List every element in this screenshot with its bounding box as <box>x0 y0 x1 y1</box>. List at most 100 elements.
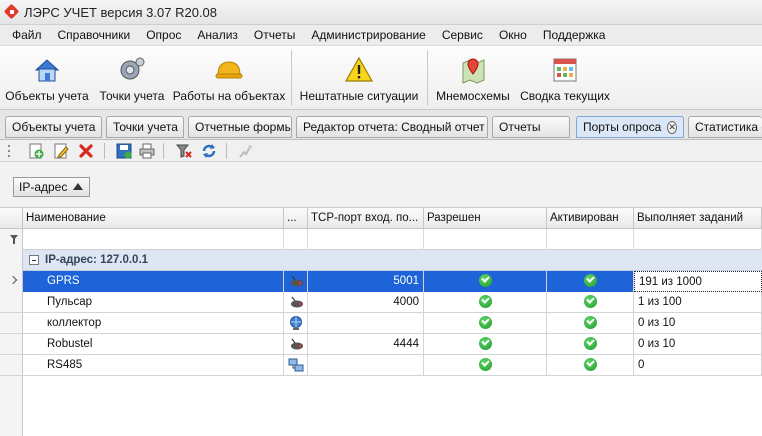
disconnect-icon[interactable] <box>237 143 253 159</box>
cell-icon[interactable] <box>284 334 308 355</box>
filter-port-input[interactable] <box>308 229 424 250</box>
add-icon[interactable] <box>28 143 44 159</box>
tab-report-editor[interactable]: Редактор отчета: Сводный отчет по ХВ <box>296 116 488 138</box>
edit-icon[interactable] <box>53 143 69 159</box>
ribbon-incidents-button[interactable]: Нештатные ситуации <box>298 46 420 108</box>
modem-icon <box>290 338 303 350</box>
table-row[interactable]: коллектор 0 из 10 <box>0 313 762 334</box>
delete-icon[interactable] <box>78 143 94 159</box>
check-icon <box>478 316 492 330</box>
cell-tcp-port[interactable] <box>308 355 424 376</box>
ribbon-points-button[interactable]: Точки учета <box>96 46 168 108</box>
cell-enabled[interactable] <box>424 334 547 355</box>
close-tab-icon[interactable]: ✕ <box>667 120 677 134</box>
cell-name[interactable]: RS485 <box>23 355 284 376</box>
cell-activated[interactable] <box>547 334 634 355</box>
check-icon <box>583 358 597 372</box>
refresh-icon[interactable] <box>201 143 217 159</box>
warning-icon <box>344 56 374 82</box>
cell-tcp-port[interactable]: 5001 <box>308 271 424 292</box>
cell-activated[interactable] <box>547 313 634 334</box>
ribbon-separator <box>427 50 428 106</box>
menu-analysis[interactable]: Анализ <box>189 25 246 46</box>
cell-tasks[interactable]: 0 из 10 <box>634 313 762 334</box>
menu-reports[interactable]: Отчеты <box>246 25 303 46</box>
filter-icon-input[interactable] <box>284 229 308 250</box>
cell-enabled[interactable] <box>424 292 547 313</box>
table-row[interactable]: Robustel 4444 0 из 10 <box>0 334 762 355</box>
ribbon-mnemonic-button[interactable]: Мнемосхемы <box>434 46 512 108</box>
column-header-icon[interactable]: ... <box>284 208 308 229</box>
cell-icon[interactable] <box>284 355 308 376</box>
column-header-tcp-port[interactable]: TCP-порт вход. по... <box>308 208 424 229</box>
cell-name[interactable]: Пульсар <box>23 292 284 313</box>
filter-row <box>0 229 762 250</box>
cell-tcp-port[interactable]: 4000 <box>308 292 424 313</box>
tab-report-forms[interactable]: Отчетные формы <box>188 116 292 138</box>
cell-icon[interactable] <box>284 271 308 292</box>
current-row-arrow-icon <box>8 275 18 285</box>
menu-support[interactable]: Поддержка <box>535 25 614 46</box>
ribbon-objects-button[interactable]: Объекты учета <box>4 46 90 108</box>
cell-tcp-port[interactable] <box>308 313 424 334</box>
ribbon-summary-button[interactable]: Сводка текущих <box>517 46 613 108</box>
filter-icon-cell[interactable] <box>0 229 23 250</box>
menu-file[interactable]: Файл <box>4 25 50 46</box>
ports-grid: Наименование ... TCP-порт вход. по... Ра… <box>0 208 762 436</box>
menu-window[interactable]: Окно <box>491 25 535 46</box>
column-header-enabled[interactable]: Разрешен <box>424 208 547 229</box>
sort-ascending-icon <box>73 183 83 190</box>
gear-meter-icon <box>120 57 145 80</box>
menu-grip-icon <box>8 145 10 157</box>
cell-tasks[interactable]: 1 из 100 <box>634 292 762 313</box>
cell-tasks[interactable]: 191 из 1000 <box>634 271 762 292</box>
current-row-indicator <box>0 271 23 292</box>
cell-tasks[interactable]: 0 <box>634 355 762 376</box>
filter-name-input[interactable] <box>23 229 284 250</box>
menu-references[interactable]: Справочники <box>50 25 139 46</box>
tab-statistics[interactable]: Статистика о <box>688 116 762 138</box>
group-by-ip-chip[interactable]: IP-адрес <box>13 177 90 197</box>
calendar-grid-icon <box>553 58 577 82</box>
cell-activated[interactable] <box>547 355 634 376</box>
tab-points[interactable]: Точки учета <box>106 116 184 138</box>
tab-reports[interactable]: Отчеты <box>492 116 570 138</box>
filter-activated-input[interactable] <box>547 229 634 250</box>
cell-icon[interactable] <box>284 313 308 334</box>
clear-filter-icon[interactable] <box>176 143 192 159</box>
table-row[interactable]: GPRS 5001 191 из 1000 <box>0 271 762 292</box>
table-row[interactable]: Пульсар 4000 1 из 100 <box>0 292 762 313</box>
column-header-name[interactable]: Наименование <box>23 208 284 229</box>
cell-enabled[interactable] <box>424 271 547 292</box>
check-icon <box>478 358 492 372</box>
cell-name[interactable]: коллектор <box>23 313 284 334</box>
cell-activated[interactable] <box>547 271 634 292</box>
cell-name[interactable]: GPRS <box>23 271 284 292</box>
ribbon-site-works-button[interactable]: Работы на объектах <box>172 46 286 108</box>
cell-enabled[interactable] <box>424 313 547 334</box>
collapse-icon[interactable] <box>29 255 39 265</box>
hard-hat-icon <box>215 61 243 79</box>
tab-poll-ports[interactable]: Порты опроса ✕ <box>576 116 684 138</box>
check-icon <box>583 316 597 330</box>
save-icon[interactable] <box>116 143 132 159</box>
cell-icon[interactable] <box>284 292 308 313</box>
menu-polling[interactable]: Опрос <box>138 25 189 46</box>
globe-icon <box>289 316 302 330</box>
cell-tcp-port[interactable]: 4444 <box>308 334 424 355</box>
table-row[interactable]: RS485 0 <box>0 355 762 376</box>
cell-tasks[interactable]: 0 из 10 <box>634 334 762 355</box>
title-bar: ЛЭРС УЧЕТ версия 3.07 R20.08 <box>0 0 762 25</box>
cell-activated[interactable] <box>547 292 634 313</box>
cell-enabled[interactable] <box>424 355 547 376</box>
menu-administration[interactable]: Администрирование <box>303 25 433 46</box>
column-header-tasks[interactable]: Выполняет заданий <box>634 208 762 229</box>
filter-enabled-input[interactable] <box>424 229 547 250</box>
cell-name[interactable]: Robustel <box>23 334 284 355</box>
filter-tasks-input[interactable] <box>634 229 762 250</box>
group-row[interactable]: IP-адрес: 127.0.0.1 <box>23 250 762 271</box>
column-header-activated[interactable]: Активирован <box>547 208 634 229</box>
print-icon[interactable] <box>139 143 155 159</box>
menu-service[interactable]: Сервис <box>434 25 491 46</box>
tab-objects[interactable]: Объекты учета <box>5 116 102 138</box>
